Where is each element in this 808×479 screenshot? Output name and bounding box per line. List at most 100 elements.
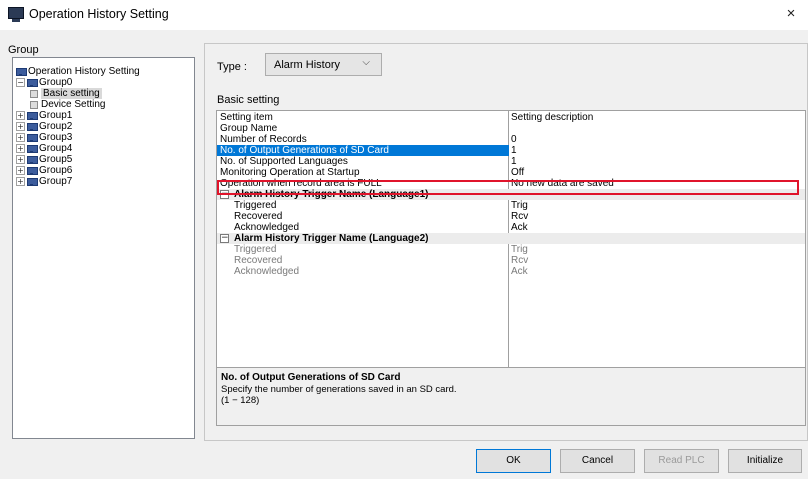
group-icon [16, 67, 27, 76]
grid-header-row: Setting item Setting description [217, 112, 805, 123]
row-item: Acknowledged [234, 266, 300, 277]
group-icon [27, 111, 38, 120]
ok-button[interactable]: OK [476, 449, 551, 473]
type-label: Type : [217, 61, 247, 73]
group-icon [27, 122, 38, 131]
grid-row[interactable]: Triggered Trig [217, 200, 805, 211]
grid-row[interactable]: Recovered Rcv [217, 211, 805, 222]
tree-item-label: Group1 [39, 110, 73, 121]
type-select-value: Alarm History [274, 59, 341, 71]
description-range: (1 − 128) [221, 395, 260, 406]
tree-item-label: Group5 [39, 154, 73, 165]
grid-row[interactable]: Monitoring Operation at Startup Off [217, 167, 805, 178]
tree-item-label: Basic setting [41, 88, 102, 99]
document-icon [30, 89, 38, 98]
cancel-button[interactable]: Cancel [560, 449, 635, 473]
description-text: Specify the number of generations saved … [221, 384, 457, 395]
tree-item-operation-history-setting[interactable]: Operation History Setting [16, 66, 140, 77]
selected-value-cell[interactable] [509, 145, 805, 156]
collapse-icon[interactable]: − [16, 78, 25, 87]
tree-item-label: Device Setting [41, 99, 106, 110]
expand-icon[interactable]: + [16, 155, 25, 164]
description-title: No. of Output Generations of SD Card [221, 372, 401, 383]
app-monitor-icon [8, 7, 24, 23]
tree-item-device-setting[interactable]: Device Setting [30, 99, 105, 110]
read-plc-button: Read PLC [644, 449, 719, 473]
collapse-icon[interactable]: − [220, 234, 229, 243]
row-value[interactable]: 1 [511, 145, 517, 156]
expand-icon[interactable]: + [16, 177, 25, 186]
expand-icon[interactable]: + [16, 144, 25, 153]
document-icon [30, 100, 38, 109]
tree-item-label: Group7 [39, 176, 73, 187]
tree-item-group2[interactable]: + Group2 [16, 121, 72, 132]
grid-row-disabled: Triggered Trig [217, 244, 805, 255]
row-value: Ack [511, 266, 528, 277]
row-item: No. of Output Generations of SD Card [220, 145, 389, 156]
tree-item-basic-setting[interactable]: Basic setting [30, 88, 102, 99]
group-icon [27, 166, 38, 175]
title-bar: Operation History Setting × [0, 0, 808, 30]
group-icon [27, 144, 38, 153]
row-item: No. of Supported Languages [220, 156, 348, 167]
group-label: Group [8, 44, 39, 56]
dialog-body: Group Operation History Setting − Group0… [0, 30, 808, 479]
row-value[interactable]: 1 [511, 156, 517, 167]
tree-item-label: Operation History Setting [28, 66, 140, 77]
row-item: Number of Records [220, 134, 307, 145]
tree-item-group1[interactable]: + Group1 [16, 110, 72, 121]
group-tree[interactable]: Operation History Setting − Group0 Basic… [12, 57, 195, 439]
chevron-down-icon: ⌵ [362, 57, 370, 68]
grid-row[interactable]: Number of Records 0 [217, 134, 805, 145]
window-title: Operation History Setting [29, 7, 169, 21]
tree-item-label: Group0 [39, 77, 73, 88]
tree-item-group5[interactable]: + Group5 [16, 154, 72, 165]
tree-item-label: Group4 [39, 143, 73, 154]
row-value[interactable]: Rcv [511, 211, 528, 222]
row-value[interactable]: 0 [511, 134, 517, 145]
group-icon [27, 155, 38, 164]
tree-item-group4[interactable]: + Group4 [16, 143, 72, 154]
row-value[interactable]: Trig [511, 200, 528, 211]
row-item: Group Name [220, 123, 278, 134]
description-pane: No. of Output Generations of SD Card Spe… [216, 367, 806, 426]
grid-row[interactable]: No. of Supported Languages 1 [217, 156, 805, 167]
type-select[interactable]: Alarm History ⌵ [265, 53, 382, 76]
grid-row-selected[interactable]: No. of Output Generations of SD Card 1 [217, 145, 805, 156]
grid-row-disabled: Recovered Rcv [217, 255, 805, 266]
tree-item-group0[interactable]: − Group0 [16, 77, 72, 88]
settings-grid[interactable]: Setting item Setting description Group N… [216, 110, 806, 368]
expand-icon[interactable]: + [16, 133, 25, 142]
basic-setting-label: Basic setting [217, 94, 280, 106]
header-setting-description: Setting description [511, 112, 594, 123]
tree-item-label: Group3 [39, 132, 73, 143]
row-item: Triggered [234, 200, 277, 211]
expand-icon[interactable]: + [16, 166, 25, 175]
expand-icon[interactable]: + [16, 122, 25, 131]
section-title: − Alarm History Trigger Name (Language2) [220, 233, 429, 244]
group-icon [27, 177, 38, 186]
row-value[interactable]: Ack [511, 222, 528, 233]
tree-item-group6[interactable]: + Group6 [16, 165, 72, 176]
close-button[interactable]: × [774, 0, 808, 30]
tree-item-group7[interactable]: + Group7 [16, 176, 72, 187]
header-setting-item: Setting item [220, 112, 273, 123]
section-header-language2[interactable]: − Alarm History Trigger Name (Language2) [217, 233, 805, 244]
grid-row[interactable]: Group Name [217, 123, 805, 134]
expand-icon[interactable]: + [16, 111, 25, 120]
group-icon [27, 78, 38, 87]
tree-item-group3[interactable]: + Group3 [16, 132, 72, 143]
initialize-button[interactable]: Initialize [728, 449, 802, 473]
tree-item-label: Group2 [39, 121, 73, 132]
row-value: Trig [511, 244, 528, 255]
grid-row-disabled: Acknowledged Ack [217, 266, 805, 277]
row-item: Recovered [234, 255, 283, 266]
row-value: Rcv [511, 255, 529, 266]
highlight-box [217, 180, 799, 195]
row-item: Monitoring Operation at Startup [220, 167, 360, 178]
group-icon [27, 133, 38, 142]
row-value[interactable]: Off [511, 167, 524, 178]
row-item: Recovered [234, 211, 283, 222]
tree-item-label: Group6 [39, 165, 73, 176]
grid-row[interactable]: Acknowledged Ack [217, 222, 805, 233]
